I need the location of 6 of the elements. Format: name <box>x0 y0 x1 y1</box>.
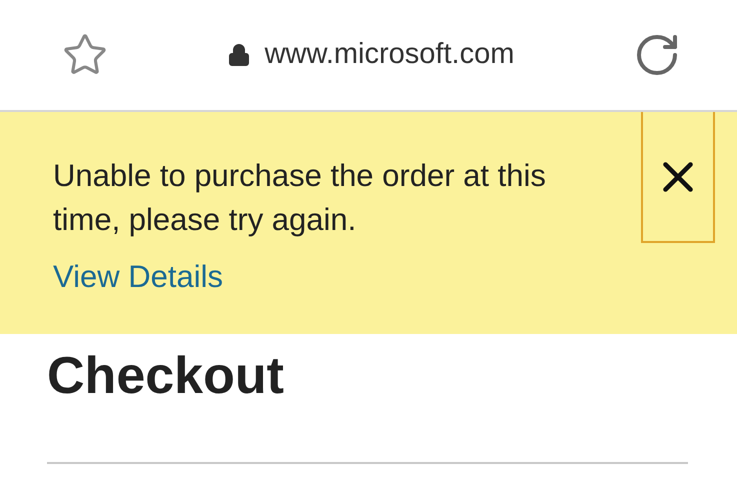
close-button[interactable] <box>641 112 715 243</box>
view-details-link[interactable]: View Details <box>53 254 224 300</box>
lock-icon <box>226 42 251 68</box>
url-text[interactable]: www.microsoft.com <box>264 33 514 77</box>
error-message: Unable to purchase the order at this time, please try again. <box>53 157 547 239</box>
page-heading: Checkout <box>47 346 285 407</box>
